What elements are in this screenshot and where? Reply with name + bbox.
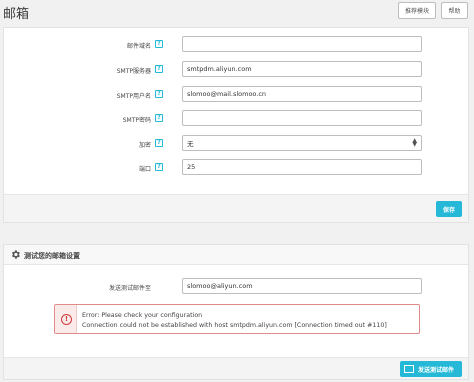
smtp-username-label: SMTP用户名 — [116, 93, 151, 100]
test-panel-footer: 发送测试邮件 — [4, 357, 468, 379]
smtp-password-label: SMTP密码 — [122, 117, 151, 124]
send-test-email-button[interactable]: 发送测试邮件 — [400, 361, 462, 377]
test-panel-title: 测试您的邮箱设置 — [24, 252, 80, 260]
help-icon[interactable]: ? — [155, 90, 163, 98]
alert-line-1: Error: Please check your configuration — [82, 312, 203, 319]
help-icon[interactable]: ? — [155, 114, 163, 122]
smtp-server-input[interactable]: smtpdm.aliyun.com — [182, 61, 422, 77]
send-to-input[interactable]: slomoo@aliyun.com — [182, 278, 422, 294]
port-label: 端口 — [138, 166, 151, 173]
encryption-label: 加密 — [138, 142, 151, 149]
mail-settings-footer: 保存 — [4, 194, 468, 222]
page-title: 邮箱 — [3, 7, 30, 22]
mail-domain-input[interactable] — [182, 36, 422, 52]
help-icon[interactable]: ? — [155, 139, 163, 147]
port-input[interactable]: 25 — [182, 159, 422, 175]
mail-domain-label: 邮件域名 — [126, 43, 151, 50]
gear-icon — [11, 250, 20, 259]
save-button[interactable]: 保存 — [436, 201, 462, 217]
error-icon: ! — [61, 314, 72, 325]
send-test-email-label: 发送测试邮件 — [418, 366, 455, 374]
smtp-username-input[interactable]: slomoo@mail.slomoo.cn — [182, 86, 422, 102]
help-button[interactable]: 帮助 — [441, 2, 468, 19]
select-arrows-icon: ▲ ▼ — [412, 137, 417, 148]
page-header: 邮箱 推荐模块 帮助 — [0, 0, 474, 30]
encryption-select[interactable]: 无 ▲ ▼ — [182, 135, 422, 151]
encryption-select-value: 无 — [187, 140, 194, 148]
smtp-password-input[interactable] — [182, 110, 422, 126]
test-email-panel: 测试您的邮箱设置 发送测试邮件至 slomoo@aliyun.com ! Err… — [3, 244, 469, 380]
send-to-label: 发送测试邮件至 — [108, 285, 151, 292]
smtp-server-label: SMTP服务器 — [116, 68, 151, 75]
alert-line-2: Connection could not be established with… — [82, 322, 387, 329]
alert-icon-area: ! — [55, 305, 77, 333]
help-icon[interactable]: ? — [155, 163, 163, 171]
mail-settings-panel: 邮件域名 ? SMTP服务器 ? smtpdm.aliyun.com SMTP用… — [3, 27, 469, 223]
test-panel-header: 测试您的邮箱设置 — [4, 245, 468, 265]
help-icon[interactable]: ? — [155, 40, 163, 48]
error-alert: ! Error: Please check your configuration… — [54, 304, 420, 334]
help-icon[interactable]: ? — [155, 65, 163, 73]
recommended-modules-button[interactable]: 推荐模块 — [398, 2, 436, 19]
envelope-icon — [404, 365, 414, 373]
